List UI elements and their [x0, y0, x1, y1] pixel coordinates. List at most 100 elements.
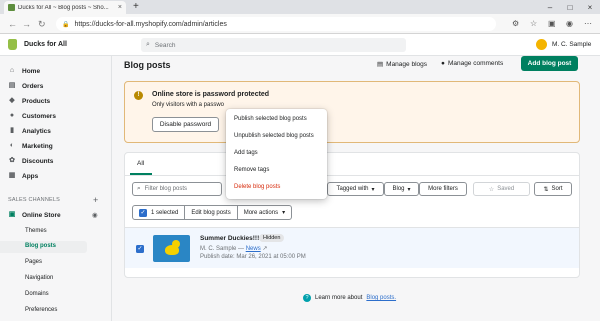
menu-item-remove-tags[interactable]: Remove tags [234, 167, 269, 173]
post-author: M. C. Sample — [200, 246, 245, 252]
sidebar-item-label: Customers [22, 112, 56, 120]
tab-divider [125, 175, 579, 176]
filter-blog-posts-input[interactable]: ⌕ Filter blog posts [132, 182, 222, 196]
browser-menu-icon[interactable]: ⋯ [584, 18, 592, 30]
menu-item-add-tags[interactable]: Add tags [234, 150, 258, 156]
saved-button: ☆ Saved [473, 182, 530, 196]
sidebar-sub-themes[interactable]: Themes [25, 228, 47, 234]
sidebar-sub-domains[interactable]: Domains [25, 291, 49, 297]
sidebar-item-label: Home [22, 67, 41, 75]
menu-item-delete[interactable]: Delete blog posts [234, 184, 280, 190]
tagged-with-button[interactable]: Tagged with ▾ [327, 182, 384, 196]
table-row[interactable]: ✓ Summer Duckies!!! Hidden M. C. Sample … [125, 227, 579, 268]
status-badge: Hidden [259, 234, 285, 242]
sidebar-item-label: Analytics [22, 127, 51, 135]
blog-link[interactable]: News [246, 246, 261, 252]
post-thumbnail [153, 235, 190, 262]
favorites-icon[interactable]: ☆ [530, 18, 537, 30]
sidebar-item-products[interactable]: ◆ Products [8, 97, 50, 105]
shopify-logo-icon[interactable] [8, 39, 17, 50]
menu-item-unpublish[interactable]: Unpublish selected blog posts [234, 133, 314, 139]
shopify-favicon-icon [8, 4, 15, 11]
collections-icon[interactable]: ▣ [548, 18, 556, 30]
disable-password-button[interactable]: Disable password [152, 117, 219, 132]
lock-icon: 🔒 [62, 21, 70, 28]
home-icon: ⌂ [9, 67, 15, 74]
sidebar-item-label: Apps [22, 172, 39, 180]
user-avatar[interactable] [536, 39, 547, 50]
learn-more-link[interactable]: Blog posts. [366, 295, 396, 301]
tab-close-icon[interactable]: × [118, 4, 122, 11]
sidebar-item-home[interactable]: ⌂ Home [8, 67, 40, 75]
sidebar-sub-blog-posts[interactable]: Blog posts [25, 243, 56, 249]
window-close-button[interactable]: × [580, 0, 600, 14]
page-title: Blog posts [124, 60, 171, 70]
menu-item-publish[interactable]: Publish selected blog posts [234, 116, 307, 122]
post-date: Publish date: Mar 26, 2021 at 05:00 PM [200, 254, 306, 260]
search-input[interactable]: ⌕ Search [141, 38, 406, 52]
sidebar-item-marketing[interactable]: ◐ Marketing [8, 142, 53, 150]
sidebar-item-discounts[interactable]: ✿ Discounts [8, 157, 53, 165]
more-filters-button[interactable]: More filters [419, 182, 467, 196]
filter-placeholder: Filter blog posts [144, 186, 187, 192]
row-checkbox[interactable]: ✓ [136, 245, 144, 253]
sidebar-item-apps[interactable]: ▦ Apps [8, 172, 39, 180]
sidebar-item-online-store[interactable]: ▣ Online Store [8, 211, 61, 219]
duck-image-head [172, 240, 180, 248]
saved-label: Saved [497, 186, 515, 192]
customers-icon: ● [9, 112, 15, 119]
browser-tab[interactable]: Ducks for All ~ Blog posts ~ Sho... × [4, 1, 126, 14]
add-sales-channel-button[interactable]: + [93, 195, 98, 205]
sidebar-item-label: Products [22, 97, 51, 105]
selected-count: 1 selected [151, 209, 179, 216]
sidebar-sub-navigation[interactable]: Navigation [25, 275, 53, 281]
sidebar-item-orders[interactable]: ▤ Orders [8, 82, 44, 90]
minimize-button[interactable]: – [540, 0, 560, 14]
sidebar-sub-preferences[interactable]: Preferences [25, 307, 57, 313]
sidebar-item-analytics[interactable]: ▮ Analytics [8, 127, 51, 135]
marketing-icon: ◐ [9, 142, 15, 149]
maximize-button[interactable]: □ [560, 0, 580, 14]
profile-icon[interactable]: ◉ [566, 18, 573, 30]
view-store-eye-icon[interactable]: ◉ [92, 211, 98, 219]
url-field[interactable]: 🔒 https://ducks-for-all.myshopify.com/ad… [56, 17, 496, 31]
caret-down-icon: ▾ [282, 210, 286, 216]
caret-down-icon: ▾ [407, 186, 411, 193]
post-meta: M. C. Sample — News ↗ [200, 245, 267, 252]
select-all-checkbox[interactable]: ✓ 1 selected [133, 206, 186, 219]
search-placeholder: Search [154, 41, 176, 49]
more-actions-button[interactable]: More actions ▾ [238, 206, 291, 219]
password-protected-banner: ! Online store is password protected Onl… [124, 81, 580, 143]
new-tab-button[interactable]: + [133, 1, 139, 13]
sidebar-item-label: Online Store [22, 211, 61, 219]
caret-down-icon: ▾ [371, 186, 375, 193]
store-name[interactable]: Ducks for All [24, 41, 67, 48]
reload-button[interactable]: ↻ [38, 18, 46, 30]
sort-button[interactable]: ⇅ Sort [534, 182, 572, 196]
blog-filter-button[interactable]: Blog ▾ [384, 182, 419, 196]
add-blog-post-button[interactable]: Add blog post [521, 56, 578, 71]
sidebar-item-label: Marketing [22, 142, 53, 150]
apps-icon: ▦ [8, 172, 16, 179]
user-name[interactable]: M. C. Sample [552, 41, 591, 48]
tab-all[interactable]: All [137, 160, 144, 167]
analytics-icon: ▮ [10, 127, 14, 134]
manage-comments-button[interactable]: ● Manage comments [441, 60, 503, 67]
edit-blog-posts-button[interactable]: Edit blog posts [185, 206, 238, 219]
more-actions-menu: Publish selected blog posts Unpublish se… [226, 109, 327, 199]
sales-channels-label: SALES CHANNELS [8, 197, 61, 203]
forward-button[interactable]: → [22, 18, 31, 30]
bulk-actions-bar: ✓ 1 selected Edit blog posts More actions… [132, 205, 293, 220]
extensions-icon[interactable]: ⚙ [512, 18, 519, 30]
post-title[interactable]: Summer Duckies!!! [200, 235, 259, 242]
warning-icon: ! [134, 91, 143, 100]
comments-icon: ● [441, 60, 445, 67]
sidebar-sub-pages[interactable]: Pages [25, 259, 42, 265]
learn-more: ? Learn more about Blog posts. [303, 294, 396, 302]
manage-blogs-button[interactable]: ▤ Manage blogs [377, 60, 427, 69]
sidebar-item-customers[interactable]: ● Customers [8, 112, 56, 120]
manage-blogs-label: Manage blogs [386, 60, 427, 68]
blogs-icon: ▤ [377, 61, 384, 68]
back-button[interactable]: ← [8, 18, 17, 30]
url-text: https://ducks-for-all.myshopify.com/admi… [74, 20, 227, 28]
